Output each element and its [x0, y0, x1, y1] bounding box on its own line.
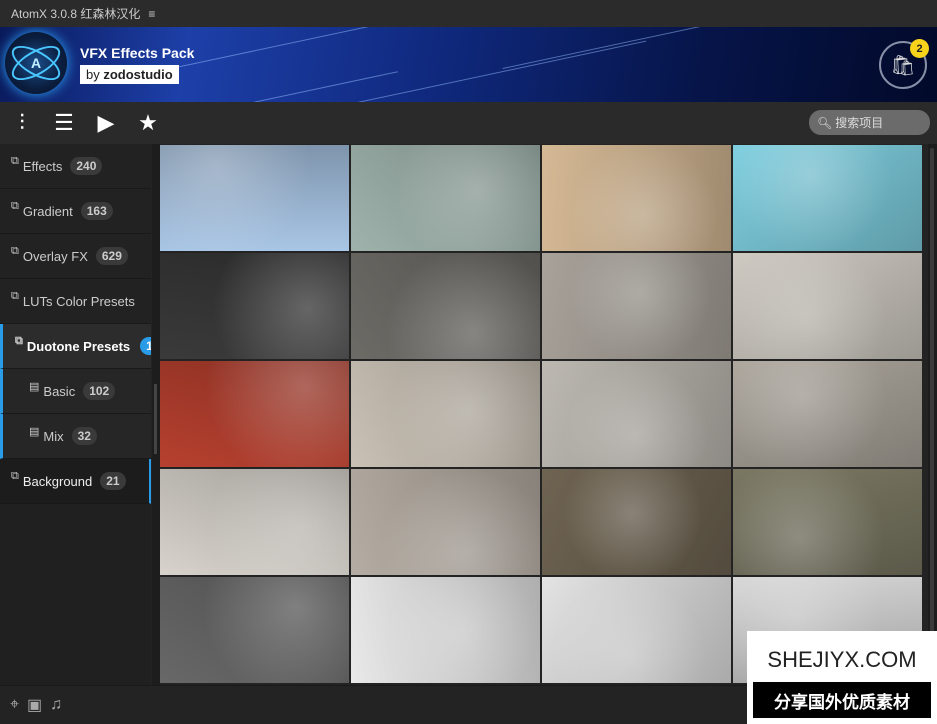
- preset-thumbnail[interactable]: [351, 145, 540, 251]
- target-icon[interactable]: ⌖: [10, 696, 19, 714]
- sidebar-item-background[interactable]: ⧉ Background 21: [0, 459, 151, 504]
- document-icon: ▤: [29, 381, 40, 393]
- item-count: 1: [140, 337, 151, 355]
- cart-badge: 2: [910, 39, 929, 58]
- sidebar-item-mix[interactable]: ▤ Mix 32: [0, 414, 151, 459]
- preset-thumbnail[interactable]: [351, 361, 540, 467]
- sidebar-item-overlay-fx[interactable]: ⧉ Overlay FX 629: [0, 234, 151, 279]
- preset-thumbnail[interactable]: [542, 577, 731, 683]
- search-input[interactable]: 🔍︎ 搜索项目: [809, 110, 930, 135]
- watermark: SHEJIYX.COM 分享国外优质素材: [747, 631, 937, 724]
- ae-file-icon: ⧉: [11, 470, 19, 482]
- video-icon[interactable]: ▣: [27, 695, 42, 715]
- atomx-logo: A: [5, 32, 67, 94]
- document-icon: ▤: [29, 426, 40, 438]
- preset-thumbnail[interactable]: [542, 361, 731, 467]
- item-count: 21: [100, 472, 126, 490]
- grid-scrollbar[interactable]: [928, 144, 937, 685]
- item-count: 32: [71, 427, 97, 445]
- item-label: Background: [22, 473, 93, 489]
- app-title: AtomX 3.0.8 红森林汉化: [11, 7, 141, 21]
- preset-thumbnail[interactable]: [351, 577, 540, 683]
- pack-banner: A VFX Effects Pack by zodostudio 🛍 2: [0, 27, 937, 102]
- sidebar-item-gradient[interactable]: ⧉ Gradient 163: [0, 189, 151, 234]
- author-name: zodostudio: [103, 67, 173, 82]
- pack-author[interactable]: by zodostudio: [80, 65, 179, 84]
- preset-thumbnail[interactable]: [733, 361, 922, 467]
- cart-button[interactable]: 🛍 2: [879, 39, 929, 89]
- sidebar-scrollbar[interactable]: [152, 144, 160, 685]
- preset-thumbnail[interactable]: [733, 253, 922, 359]
- item-label: LUTs Color Presets: [22, 293, 135, 309]
- music-icon[interactable]: ♫: [50, 696, 62, 714]
- by-label: by: [86, 67, 100, 82]
- preset-thumbnail[interactable]: [160, 577, 349, 683]
- item-label: Effects: [22, 158, 63, 174]
- item-label: Basic: [43, 383, 76, 399]
- item-label: Mix: [43, 428, 64, 444]
- watermark-site: SHEJIYX.COM: [767, 647, 917, 672]
- folder-icon: ⧉: [11, 245, 19, 257]
- preset-thumbnail[interactable]: [160, 253, 349, 359]
- preset-thumbnail[interactable]: [351, 253, 540, 359]
- preset-thumbnail[interactable]: [542, 469, 731, 575]
- preset-grid: [160, 145, 923, 685]
- preset-thumbnail[interactable]: [542, 145, 731, 251]
- item-count: 629: [95, 247, 128, 265]
- item-count: 163: [80, 202, 113, 220]
- sidebar-item-luts[interactable]: ⧉ LUTs Color Presets: [0, 279, 151, 324]
- watermark-tagline: 分享国外优质素材: [753, 682, 931, 718]
- search-placeholder: 搜索项目: [835, 116, 884, 130]
- preset-thumbnail[interactable]: [733, 469, 922, 575]
- item-label: Duotone Presets: [26, 338, 131, 354]
- folder-icon: ⧉: [11, 200, 19, 212]
- preset-thumbnail[interactable]: [733, 145, 922, 251]
- preset-thumbnail[interactable]: [160, 361, 349, 467]
- folder-icon: ⧉: [11, 155, 19, 167]
- list-view-icon[interactable]: ☰: [52, 110, 76, 136]
- sidebar: ⧉ Effects 240 ⧉ Gradient 163 ⧉ Overlay FX 629 …: [0, 144, 151, 685]
- sidebar-item-basic[interactable]: ▤ Basic 102: [0, 369, 151, 414]
- pack-title: VFX Effects Pack: [80, 45, 195, 61]
- menu-icon[interactable]: ≡: [148, 7, 155, 21]
- folder-icon: ⧉: [11, 290, 19, 302]
- preset-thumbnail[interactable]: [351, 469, 540, 575]
- video-file-icon[interactable]: ▶: [94, 110, 118, 136]
- star-icon[interactable]: ★: [136, 110, 160, 136]
- item-label: Gradient: [22, 203, 73, 219]
- sidebar-item-duotone-presets[interactable]: ⧉Duotone Presets 1: [0, 324, 151, 369]
- preset-thumbnail[interactable]: [160, 145, 349, 251]
- sliders-icon[interactable]: ⫶: [10, 110, 34, 136]
- search-icon: 🔍︎: [817, 115, 833, 130]
- title-bar: AtomX 3.0.8 红森林汉化 ≡: [0, 0, 937, 27]
- sidebar-item-effects[interactable]: ⧉ Effects 240: [0, 144, 151, 189]
- item-count: 102: [83, 382, 116, 400]
- preset-thumbnail[interactable]: [542, 253, 731, 359]
- item-label: Overlay FX: [22, 248, 88, 264]
- item-count: 240: [70, 157, 103, 175]
- toolbar: ⫶ ☰ ▶ ★ 🔍︎ 搜索项目: [0, 102, 937, 144]
- shopping-bag-icon: 🛍: [890, 54, 916, 77]
- folder-icon: ⧉: [15, 335, 23, 347]
- preset-thumbnail[interactable]: [160, 469, 349, 575]
